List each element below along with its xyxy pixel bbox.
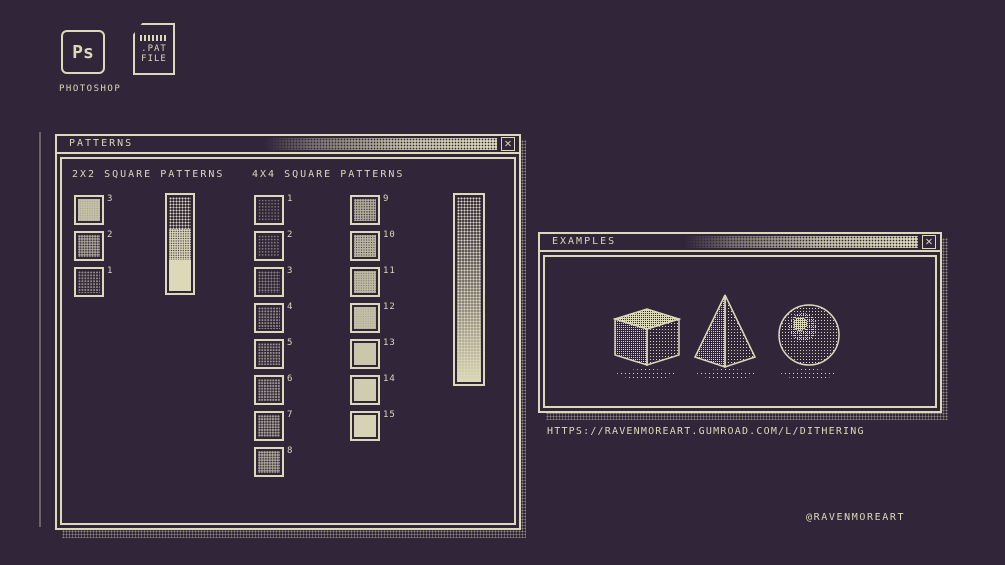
section-2x2-heading: 2X2 SQUARE PATTERNS xyxy=(72,169,225,180)
pattern-swatch[interactable] xyxy=(350,411,380,441)
pat-file-icon[interactable]: .PAT FILE xyxy=(133,23,175,75)
pattern-swatch-fill xyxy=(354,271,376,293)
pattern-swatch-fill xyxy=(78,271,100,293)
pattern-swatch[interactable] xyxy=(350,195,380,225)
close-icon: ✕ xyxy=(504,136,512,150)
pattern-swatch-fill xyxy=(354,199,376,221)
pattern-number: 15 xyxy=(383,410,396,420)
photoshop-icon-text: Ps xyxy=(72,41,94,63)
examples-shapes xyxy=(612,294,840,379)
strip-2x2-band-1 xyxy=(169,197,191,229)
pat-file-label: FILE xyxy=(141,53,167,64)
pattern-number: 9 xyxy=(383,194,390,204)
pattern-number: 12 xyxy=(383,302,396,312)
pyramid-shape xyxy=(693,294,757,379)
section-4x4-heading: 4X4 SQUARE PATTERNS xyxy=(252,169,405,180)
pattern-swatch-fill xyxy=(78,199,100,221)
patterns-close-button[interactable]: ✕ xyxy=(501,137,515,151)
pattern-number: 7 xyxy=(287,410,294,420)
pattern-swatch[interactable] xyxy=(254,411,284,441)
patterns-window: PATTERNS ✕ 2X2 SQUARE PATTERNS 4X4 SQUAR… xyxy=(55,134,521,530)
pattern-swatch[interactable] xyxy=(254,231,284,261)
gradient-strip-2x2 xyxy=(165,193,195,295)
examples-window: EXAMPLES ✕ xyxy=(538,232,942,413)
pattern-number: 6 xyxy=(287,374,294,384)
patterns-title: PATTERNS xyxy=(69,138,134,149)
pattern-swatch[interactable] xyxy=(254,195,284,225)
pattern-swatch-fill xyxy=(258,307,280,329)
strip-2x2-band-3 xyxy=(169,259,191,291)
pattern-swatch-fill xyxy=(354,235,376,257)
pattern-number: 14 xyxy=(383,374,396,384)
patterns-content: 2X2 SQUARE PATTERNS 4X4 SQUARE PATTERNS … xyxy=(60,157,516,525)
pattern-swatch[interactable] xyxy=(254,303,284,333)
pattern-number: 8 xyxy=(287,446,294,456)
pattern-swatch[interactable] xyxy=(74,195,104,225)
examples-titlebar[interactable]: EXAMPLES ✕ xyxy=(540,234,940,252)
strip-2x2-band-2 xyxy=(169,228,191,260)
gumroad-link[interactable]: HTTPS://RAVENMOREART.GUMROAD.COM/L/DITHE… xyxy=(547,426,865,437)
pattern-swatch[interactable] xyxy=(350,339,380,369)
artist-handle: @RAVENMOREART xyxy=(806,512,906,523)
pattern-swatch-fill xyxy=(354,343,376,365)
pattern-swatch-fill xyxy=(258,199,280,221)
strip-4x4-dither xyxy=(457,197,481,382)
pattern-number: 3 xyxy=(107,194,114,204)
examples-close-button[interactable]: ✕ xyxy=(922,235,936,249)
pattern-swatch-fill xyxy=(78,235,100,257)
pattern-number: 11 xyxy=(383,266,396,276)
pattern-swatch-fill xyxy=(258,271,280,293)
pattern-number: 13 xyxy=(383,338,396,348)
examples-content xyxy=(543,255,937,408)
pattern-number: 1 xyxy=(107,266,114,276)
photoshop-icon[interactable]: Ps xyxy=(61,30,105,74)
cube-shape xyxy=(612,308,682,379)
pattern-swatch[interactable] xyxy=(74,231,104,261)
close-icon: ✕ xyxy=(925,234,933,248)
pattern-swatch-fill xyxy=(258,235,280,257)
pattern-number: 5 xyxy=(287,338,294,348)
pattern-swatch-fill xyxy=(258,451,280,473)
pattern-swatch-fill xyxy=(258,343,280,365)
examples-titlebar-dither xyxy=(685,236,918,248)
patterns-window-edge xyxy=(39,132,41,527)
pattern-swatch[interactable] xyxy=(350,303,380,333)
pattern-swatch-fill xyxy=(354,415,376,437)
pat-file-checker-icon xyxy=(140,34,168,41)
titlebar-dither xyxy=(265,138,497,150)
pattern-number: 4 xyxy=(287,302,294,312)
gradient-strip-4x4 xyxy=(453,193,485,386)
pattern-swatch[interactable] xyxy=(350,375,380,405)
pattern-swatch[interactable] xyxy=(254,447,284,477)
pattern-swatch[interactable] xyxy=(350,267,380,297)
patterns-titlebar[interactable]: PATTERNS ✕ xyxy=(57,136,519,154)
pattern-swatch-fill xyxy=(258,379,280,401)
pattern-number: 1 xyxy=(287,194,294,204)
pat-file-ext: .PAT xyxy=(141,43,167,54)
pattern-number: 3 xyxy=(287,266,294,276)
pattern-swatch[interactable] xyxy=(254,375,284,405)
pattern-number: 2 xyxy=(287,230,294,240)
pattern-swatch-fill xyxy=(258,415,280,437)
pattern-swatch[interactable] xyxy=(350,231,380,261)
pattern-number: 10 xyxy=(383,230,396,240)
pattern-swatch-fill xyxy=(354,379,376,401)
photoshop-label: PHOTOSHOP xyxy=(59,84,122,94)
sphere-shape xyxy=(778,304,840,379)
pattern-swatch[interactable] xyxy=(254,339,284,369)
examples-title: EXAMPLES xyxy=(552,236,617,247)
pattern-swatch-fill xyxy=(354,307,376,329)
pattern-swatch[interactable] xyxy=(254,267,284,297)
pattern-swatch[interactable] xyxy=(74,267,104,297)
pattern-number: 2 xyxy=(107,230,114,240)
